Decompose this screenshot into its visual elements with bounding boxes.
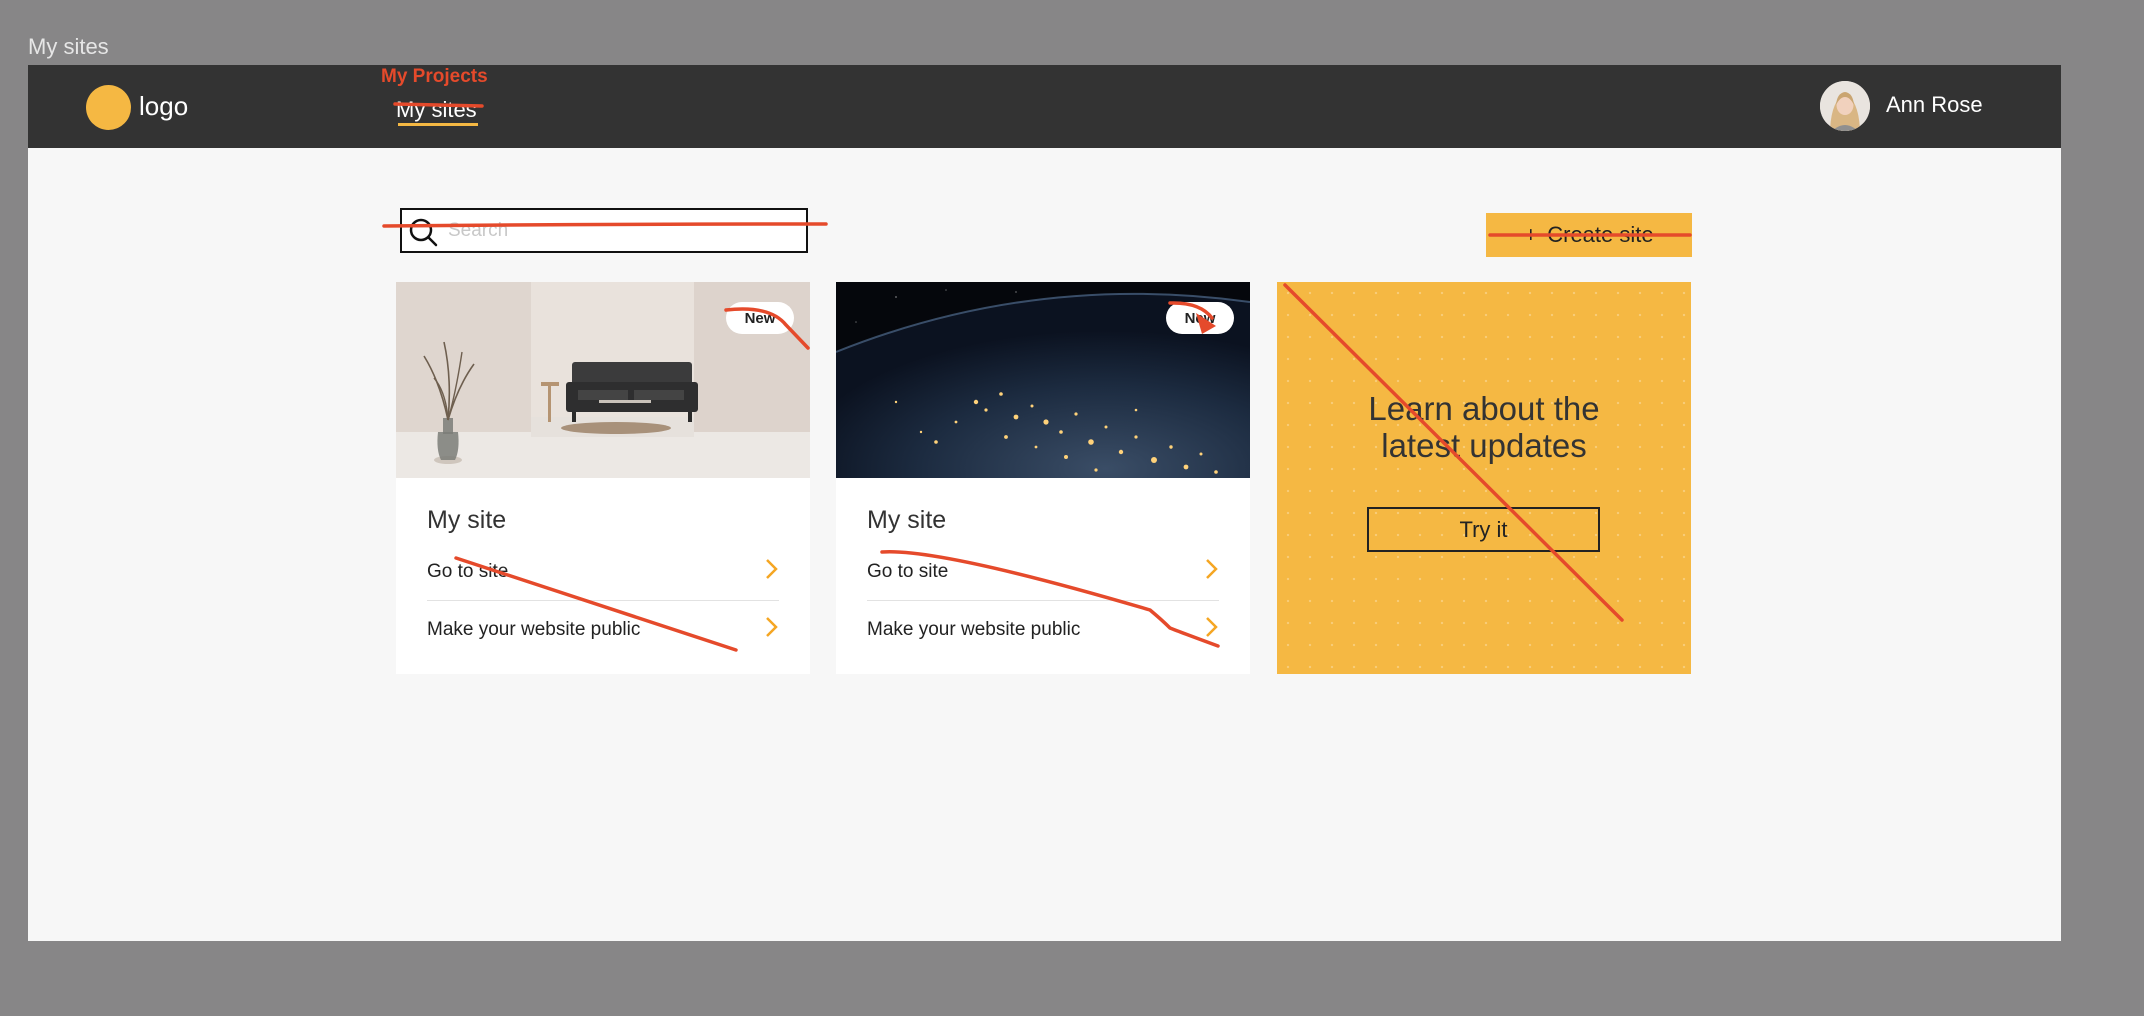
nav-active-indicator [398,123,478,126]
chevron-right-icon [1205,616,1219,644]
new-badge: New [1166,302,1234,334]
frame-label: My sites [28,34,109,59]
nav-tab-my-sites[interactable]: My sites [396,97,477,123]
search-box[interactable] [400,208,808,253]
go-to-site-label: Go to site [867,561,949,582]
go-to-site-label: Go to site [427,561,509,582]
site-thumbnail[interactable]: New [396,282,810,478]
app-frame: logo My sites Ann Rose + Create site [28,65,2061,941]
go-to-site-link[interactable]: Go to site [427,544,779,601]
avatar-portrait-icon [1820,81,1870,131]
new-badge: New [726,302,794,334]
logo-text[interactable]: logo [139,91,188,122]
make-public-label: Make your website public [427,619,641,640]
site-card-title: My site [867,506,947,534]
search-icon [408,217,440,254]
search-input[interactable] [446,218,800,244]
promo-title: Learn about the latest updates [1277,390,1691,464]
updates-promo-card: Learn about the latest updates Try it [1277,282,1691,674]
promo-title-line: latest updates [1381,427,1587,464]
site-card: New My site Go to site Make your website… [836,282,1250,674]
go-to-site-link[interactable]: Go to site [867,544,1219,601]
chevron-right-icon [765,558,779,586]
top-navigation-bar: logo My sites Ann Rose [28,65,2061,148]
user-avatar[interactable] [1820,81,1870,131]
plus-icon: + [1524,222,1538,247]
promo-title-line: Learn about the [1368,390,1600,427]
create-site-label: Create site [1547,222,1654,247]
site-card: New My site Go to site Make your website… [396,282,810,674]
site-thumbnail[interactable]: New [836,282,1250,478]
chevron-right-icon [1205,558,1219,586]
site-card-title: My site [427,506,507,534]
make-public-label: Make your website public [867,619,1081,640]
make-public-link[interactable]: Make your website public [427,602,779,658]
chevron-right-icon [765,616,779,644]
logo-mark[interactable] [86,85,131,130]
user-name[interactable]: Ann Rose [1886,92,1983,118]
create-site-button[interactable]: + Create site [1486,213,1692,257]
make-public-link[interactable]: Make your website public [867,602,1219,658]
try-it-button[interactable]: Try it [1367,507,1600,552]
annotation-label: My Projects [381,66,488,87]
